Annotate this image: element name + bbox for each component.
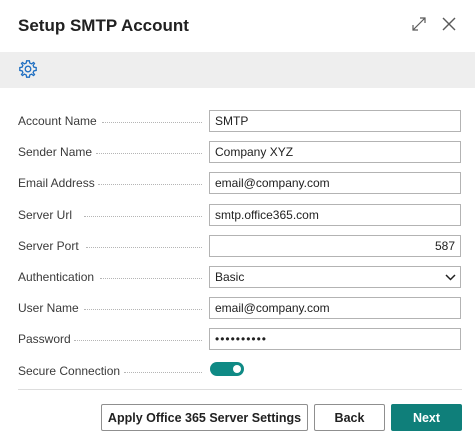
leader-dots [84,215,202,217]
leader-dots [124,371,202,373]
leader-dots [98,184,202,186]
back-button[interactable]: Back [314,404,385,431]
sender-name-label: Sender Name [18,145,93,160]
toggle-knob [233,364,241,373]
leader-dots [102,122,202,123]
email-address-field[interactable]: email@company.com [209,172,461,195]
account-name-label: Account Name [18,114,97,128]
account-name-field[interactable]: SMTP [209,110,461,132]
dialog-title: Setup SMTP Account [18,16,189,35]
toolbar [0,52,475,88]
authentication-row: Authentication Basic [18,264,462,295]
sender-name-row: Sender Name Company XYZ [18,139,462,170]
setup-smtp-dialog: Setup SMTP Account Account Name SMTP Sen… [0,0,475,438]
password-row: Password •••••••••• [18,326,462,357]
footer-divider [18,389,462,390]
sender-name-field[interactable]: Company XYZ [209,141,461,164]
secure-connection-row: Secure Connection [18,358,462,389]
server-port-row: Server Port 587 [18,233,462,264]
leader-dots [84,309,202,311]
smtp-form: Account Name SMTP Sender Name Company XY… [18,108,462,389]
server-url-field[interactable]: smtp.office365.com [209,203,461,226]
expand-icon[interactable] [411,16,427,32]
leader-dots [86,246,202,248]
password-label: Password [18,332,71,347]
email-address-label: Email Address [18,176,95,191]
server-port-label: Server Port [18,238,79,253]
user-name-label: User Name [18,301,79,316]
password-field[interactable]: •••••••••• [209,328,461,351]
user-name-field[interactable]: email@company.com [209,297,461,320]
authentication-value: Basic [215,269,245,284]
apply-office365-settings-button[interactable]: Apply Office 365 Server Settings [101,404,308,431]
secure-connection-label: Secure Connection [18,363,121,378]
leader-dots [74,340,202,342]
authentication-label: Authentication [18,269,95,284]
secure-connection-toggle[interactable] [210,361,244,376]
server-url-row: Server Url smtp.office365.com [18,202,462,233]
close-icon[interactable] [441,16,457,32]
chevron-down-icon [445,267,456,287]
title-actions [411,16,457,32]
account-name-row: Account Name SMTP [18,108,462,139]
server-url-label: Server Url [18,207,73,222]
leader-dots [100,277,202,279]
next-button[interactable]: Next [391,404,462,431]
user-name-row: User Name email@company.com [18,295,462,326]
leader-dots [96,153,202,155]
authentication-select[interactable]: Basic [209,265,461,288]
email-address-row: Email Address email@company.com [18,170,462,201]
server-port-field[interactable]: 587 [209,234,461,257]
gear-icon[interactable] [18,59,38,79]
